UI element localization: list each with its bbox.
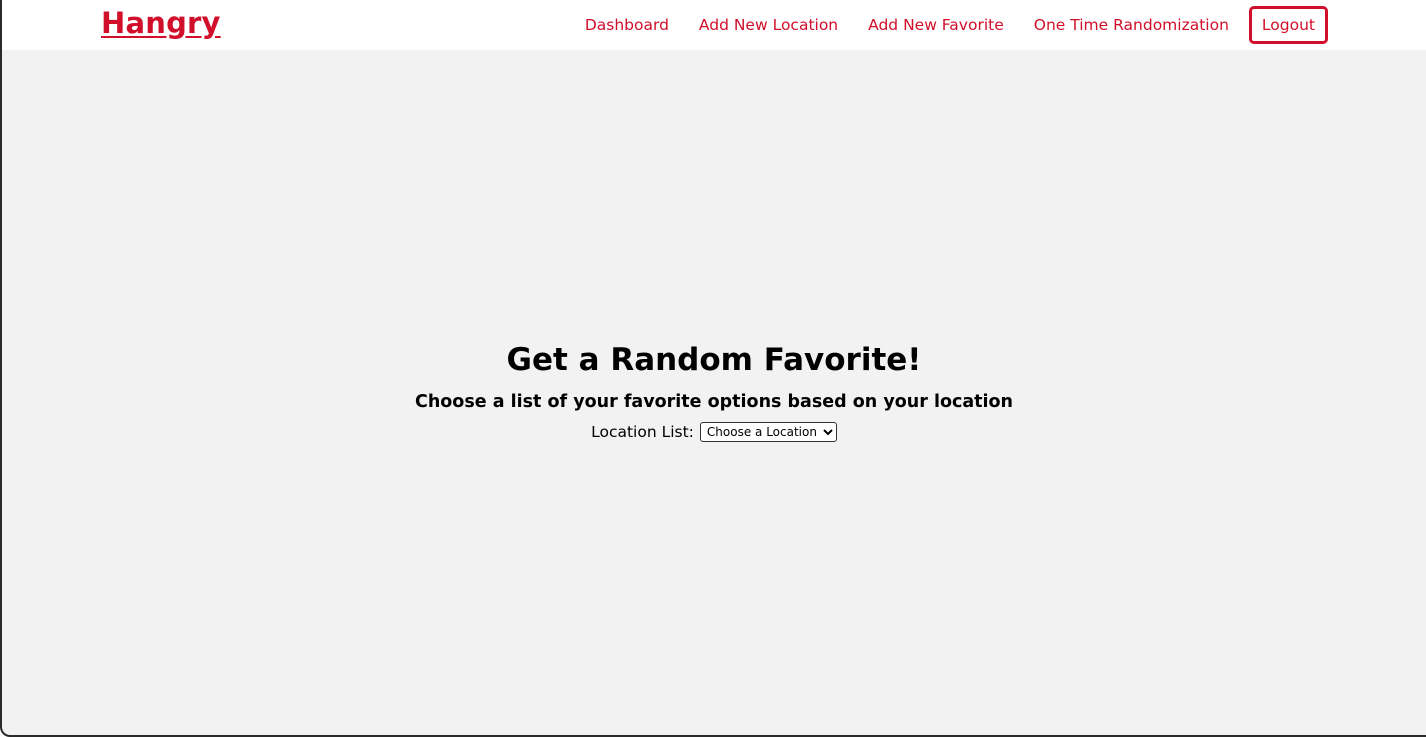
nav-link-one-time-randomization[interactable]: One Time Randomization bbox=[1034, 16, 1229, 34]
nav-link-dashboard[interactable]: Dashboard bbox=[585, 16, 669, 34]
nav-links: Dashboard Add New Location Add New Favor… bbox=[585, 0, 1328, 50]
app-window: Hangry Dashboard Add New Location Add Ne… bbox=[0, 0, 1426, 737]
location-list-label: Location List: bbox=[591, 423, 694, 441]
location-select[interactable]: Choose a Location bbox=[699, 422, 837, 442]
nav-link-add-new-location[interactable]: Add New Location bbox=[699, 16, 838, 34]
location-form-row: Location List: Choose a Location bbox=[591, 422, 837, 442]
brand-logo-link[interactable]: Hangry bbox=[101, 6, 221, 40]
logout-button[interactable]: Logout bbox=[1248, 6, 1328, 44]
page-title: Get a Random Favorite! bbox=[506, 342, 922, 378]
main-content: Get a Random Favorite! Choose a list of … bbox=[2, 338, 1426, 442]
page-subtitle: Choose a list of your favorite options b… bbox=[414, 392, 1014, 412]
nav-link-add-new-favorite[interactable]: Add New Favorite bbox=[868, 16, 1004, 34]
navbar: Hangry Dashboard Add New Location Add Ne… bbox=[2, 0, 1426, 50]
